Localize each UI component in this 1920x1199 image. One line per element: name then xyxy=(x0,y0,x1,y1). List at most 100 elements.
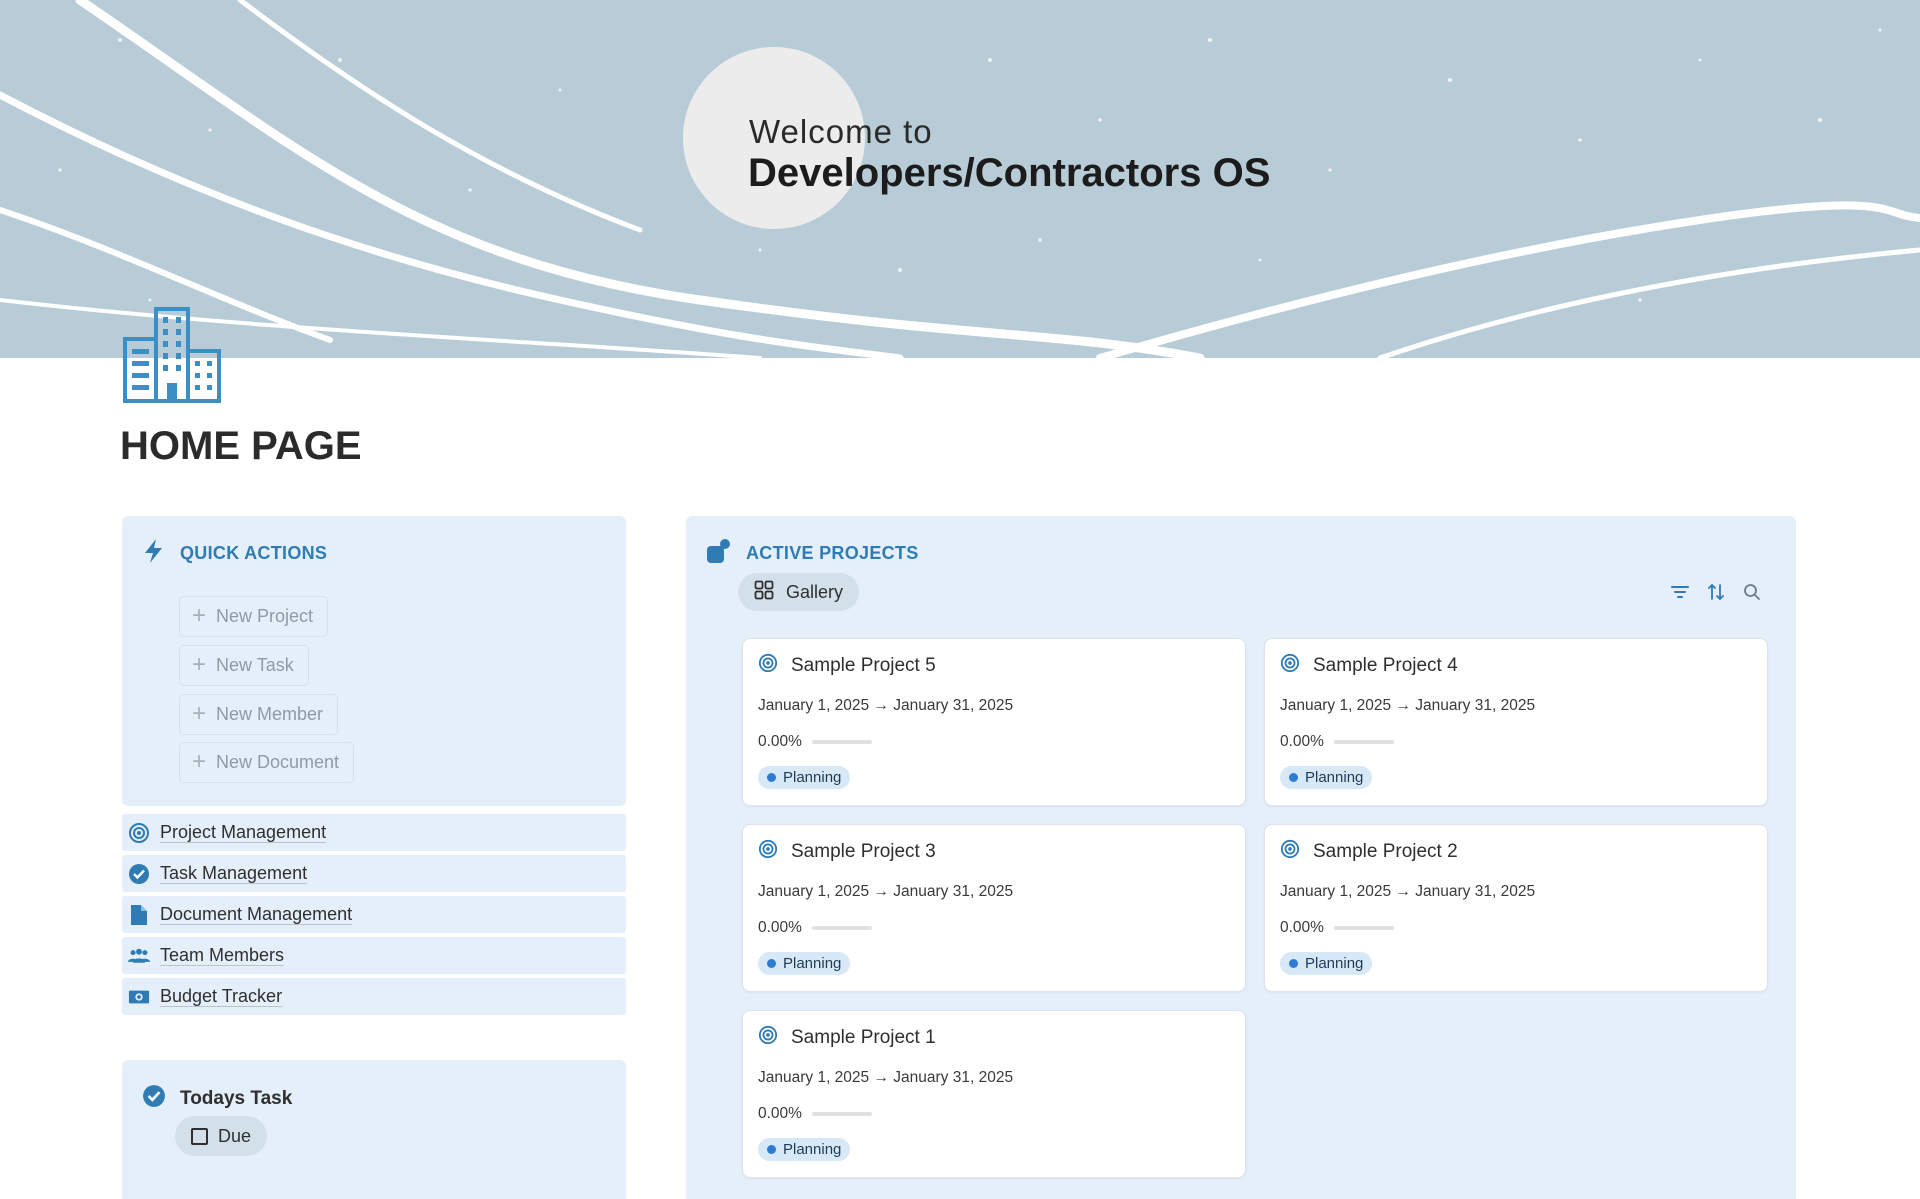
status-dot xyxy=(767,959,776,968)
nav-label: Budget Tracker xyxy=(160,986,283,1007)
active-projects-header: ACTIVE PROJECTS xyxy=(706,538,919,569)
button-label: New Member xyxy=(216,704,324,724)
checkbox-icon xyxy=(191,1127,208,1145)
status-label: Planning xyxy=(1305,769,1364,786)
status-dot xyxy=(1289,959,1298,968)
todays-task-header: Todays Task xyxy=(142,1084,292,1113)
target-icon xyxy=(128,822,150,844)
progress-text: 0.00% xyxy=(1280,919,1324,936)
todays-task-title: Todays Task xyxy=(180,1087,293,1109)
quick-actions-header: QUICK ACTIONS xyxy=(142,538,327,569)
check-circle-icon xyxy=(128,863,150,885)
due-label: Due xyxy=(218,1125,252,1146)
nav-label: Task Management xyxy=(160,863,308,884)
project-card-title: Sample Project 1 xyxy=(758,1025,936,1051)
status-dot xyxy=(1289,773,1298,782)
nav-document-management[interactable]: Document Management xyxy=(122,896,626,933)
project-name: Sample Project 3 xyxy=(791,841,936,862)
active-projects-title: ACTIVE PROJECTS xyxy=(746,543,919,563)
nav-label: Document Management xyxy=(160,904,353,925)
progress-bar xyxy=(811,740,872,744)
nav-budget-tracker[interactable]: Budget Tracker xyxy=(122,978,626,1015)
nav-label: Project Management xyxy=(160,822,327,843)
new-project-button[interactable]: + New Project xyxy=(179,596,329,637)
building-icon[interactable] xyxy=(122,305,222,405)
target-icon xyxy=(758,653,778,679)
filter-icon[interactable] xyxy=(1670,582,1690,602)
project-card-title: Sample Project 3 xyxy=(758,839,936,865)
progress-bar xyxy=(1333,926,1394,930)
project-name: Sample Project 2 xyxy=(1313,841,1458,862)
project-progress: 0.00% xyxy=(1280,919,1394,937)
nav-team-members[interactable]: Team Members xyxy=(122,937,626,974)
project-card-title: Sample Project 2 xyxy=(1280,839,1458,865)
plus-icon: + xyxy=(192,650,207,678)
cover-banner: Welcome to Developers/Contractors OS xyxy=(0,0,1920,358)
progress-bar xyxy=(811,1112,872,1116)
project-card[interactable]: Sample Project 4 January 1, 2025 → Janua… xyxy=(1264,638,1768,806)
project-card[interactable]: Sample Project 2 January 1, 2025 → Janua… xyxy=(1264,824,1768,992)
project-progress: 0.00% xyxy=(1280,733,1394,751)
project-dates: January 1, 2025 → January 31, 2025 xyxy=(758,697,1014,714)
project-progress: 0.00% xyxy=(758,919,872,937)
page-title: HOME PAGE xyxy=(120,424,362,468)
project-dates: January 1, 2025 → January 31, 2025 xyxy=(758,1069,1014,1086)
progress-bar xyxy=(811,926,872,930)
nav-label: Team Members xyxy=(160,945,285,966)
lightning-icon xyxy=(142,538,166,569)
status-dot xyxy=(767,773,776,782)
progress-bar xyxy=(1333,740,1394,744)
status-badge: Planning xyxy=(758,952,851,975)
button-label: New Document xyxy=(216,752,340,772)
grid-icon xyxy=(754,580,774,605)
gallery-label: Gallery xyxy=(786,581,844,602)
gallery-view-tab[interactable]: Gallery xyxy=(738,573,860,611)
quick-actions-title: QUICK ACTIONS xyxy=(180,543,328,563)
plus-icon: + xyxy=(192,699,207,727)
project-card-title: Sample Project 4 xyxy=(1280,653,1458,679)
progress-text: 0.00% xyxy=(1280,733,1324,750)
plus-icon: + xyxy=(192,601,207,629)
progress-text: 0.00% xyxy=(758,919,802,936)
quick-actions-panel: QUICK ACTIONS + New Project + New Task +… xyxy=(122,516,626,806)
document-icon xyxy=(128,904,150,926)
project-dates: January 1, 2025 → January 31, 2025 xyxy=(758,883,1014,900)
project-card[interactable]: Sample Project 3 January 1, 2025 → Janua… xyxy=(742,824,1246,992)
sort-icon[interactable] xyxy=(1706,582,1726,602)
money-icon xyxy=(128,986,150,1008)
progress-text: 0.00% xyxy=(758,733,802,750)
status-label: Planning xyxy=(783,769,842,786)
project-card[interactable]: Sample Project 5 January 1, 2025 → Janua… xyxy=(742,638,1246,806)
target-icon xyxy=(758,1025,778,1051)
new-member-button[interactable]: + New Member xyxy=(179,694,339,735)
project-card-title: Sample Project 5 xyxy=(758,653,936,679)
new-task-button[interactable]: + New Task xyxy=(179,645,309,686)
button-label: New Project xyxy=(216,606,314,626)
project-dates: January 1, 2025 → January 31, 2025 xyxy=(1280,883,1536,900)
status-badge: Planning xyxy=(758,1138,851,1161)
project-name: Sample Project 1 xyxy=(791,1027,936,1048)
nav-task-management[interactable]: Task Management xyxy=(122,855,626,892)
progress-text: 0.00% xyxy=(758,1105,802,1122)
plus-icon: + xyxy=(192,747,207,775)
project-progress: 0.00% xyxy=(758,1105,872,1123)
status-badge: Planning xyxy=(1280,952,1373,975)
status-badge: Planning xyxy=(1280,766,1373,789)
nav-project-management[interactable]: Project Management xyxy=(122,814,626,851)
status-label: Planning xyxy=(783,955,842,972)
target-icon xyxy=(758,839,778,865)
todays-task-panel: Todays Task Due xyxy=(122,1060,626,1199)
due-view-tab[interactable]: Due xyxy=(175,1116,268,1156)
project-progress: 0.00% xyxy=(758,733,872,751)
project-card[interactable]: Sample Project 1 January 1, 2025 → Janua… xyxy=(742,1010,1246,1178)
new-document-button[interactable]: + New Document xyxy=(179,742,355,783)
target-icon xyxy=(1280,839,1300,865)
status-label: Planning xyxy=(783,1141,842,1158)
status-dot xyxy=(767,1145,776,1154)
active-projects-panel: ACTIVE PROJECTS Gallery Sample Project 5… xyxy=(686,516,1796,1199)
project-name: Sample Project 5 xyxy=(791,655,936,676)
view-tools xyxy=(1670,582,1762,602)
shapes-icon xyxy=(706,538,732,569)
banner-title: Developers/Contractors OS xyxy=(748,151,1271,195)
search-icon[interactable] xyxy=(1742,582,1762,602)
